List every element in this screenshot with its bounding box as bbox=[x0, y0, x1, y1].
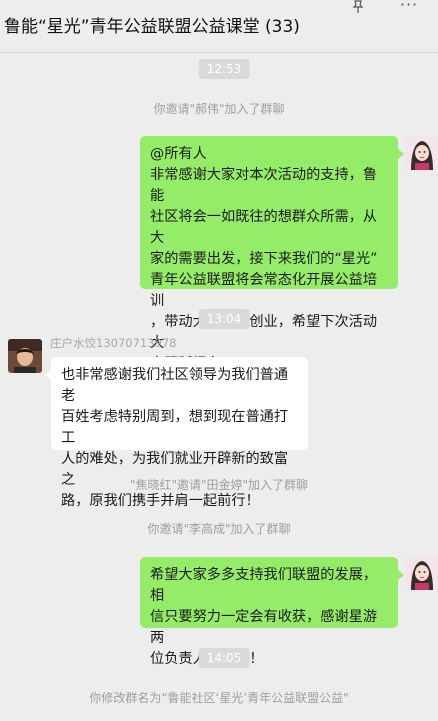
message-line: 百姓考虑特别周到，想到现在普通打工 bbox=[61, 409, 289, 446]
more-options-icon[interactable]: ··· bbox=[394, 0, 424, 14]
message-bubble-self[interactable]: 希望大家多多支持我们联盟的发展，相 信只要努力一定会有收获，感谢星游两 位负责人… bbox=[140, 557, 404, 667]
message-line: 希望大家多多支持我们联盟的发展，相 bbox=[150, 567, 378, 604]
system-message: "焦晓红"邀请"田金婷"加入了群聊 bbox=[129, 478, 309, 492]
chat-title: 鲁能“星光”青年公益联盟公益课堂 (33) bbox=[4, 17, 300, 37]
message-line: 位负责人的付出！ bbox=[150, 649, 388, 670]
system-message: 你邀请"李高成"加入了群聊 bbox=[147, 522, 291, 536]
avatar[interactable] bbox=[405, 556, 438, 590]
message-line: 社区将会一如既往的想群众所需，从大 bbox=[150, 209, 378, 246]
system-message: 你邀请"郝伟"加入了群聊 bbox=[153, 102, 285, 116]
message-bubble-other[interactable]: 也非常感谢我们社区领导为我们普通老 百姓考虑特别周到，想到现在普通打工 人的难处… bbox=[45, 357, 308, 509]
timestamp: 13:04 bbox=[198, 309, 250, 329]
timestamp: 12:53 bbox=[198, 59, 250, 79]
avatar[interactable] bbox=[8, 339, 42, 373]
message-line: 非常感谢大家对本次活动的支持，鲁能 bbox=[150, 167, 378, 204]
sender-name: 庄户水饺13070713978 bbox=[50, 336, 177, 350]
message-line: 青年公益联盟将会常态化开展公益培训 bbox=[150, 272, 378, 309]
message-line: 家的需要出发，接下来我们的“星光” bbox=[150, 251, 378, 267]
message-bubble-self[interactable]: @所有人 非常感谢大家对本次活动的支持，鲁能 社区将会一如既往的想群众所需，从大… bbox=[140, 136, 404, 372]
system-message: 你修改群名为“鲁能社区‘星光’青年公益联盟公益" bbox=[89, 691, 349, 705]
message-line: ，带动大家共同创业，希望下次活动大 bbox=[150, 314, 378, 351]
message-line: 信只要努力一定会有收获，感谢星游两 bbox=[150, 609, 378, 646]
message-line: 也非常感谢我们社区领导为我们普通老 bbox=[61, 367, 289, 404]
avatar[interactable] bbox=[405, 136, 438, 170]
pin-icon[interactable] bbox=[350, 0, 366, 14]
message-line: 路，原我们携手并肩一起前行！ bbox=[61, 493, 260, 509]
message-line: @所有人 bbox=[150, 146, 207, 162]
timestamp: 14:05 bbox=[198, 648, 250, 668]
chat-header: 鲁能“星光”青年公益联盟公益课堂 (33) ··· bbox=[0, 0, 438, 53]
